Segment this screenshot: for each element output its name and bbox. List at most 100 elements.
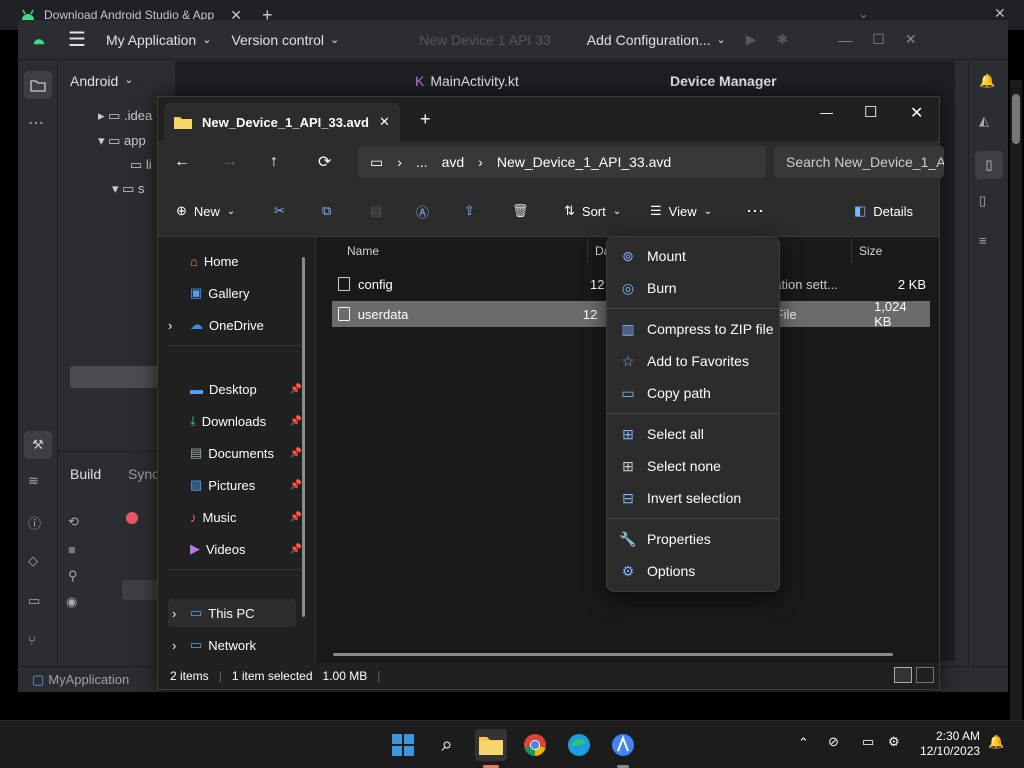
horizontal-scrollbar[interactable] bbox=[333, 653, 893, 656]
back-icon[interactable]: ← bbox=[174, 153, 190, 171]
maximize-icon[interactable]: ☐ bbox=[862, 31, 895, 48]
breadcrumb-current[interactable]: New_Device_1_API_33.avd bbox=[497, 154, 671, 170]
hamburger-menu-icon[interactable]: ☰ bbox=[58, 27, 96, 52]
cut-icon[interactable]: ✂ bbox=[274, 185, 285, 237]
pin-icon[interactable]: 📌 bbox=[290, 416, 302, 427]
pin-icon[interactable]: 📌 bbox=[290, 384, 302, 395]
search-icon[interactable]: ⌕ bbox=[431, 729, 463, 761]
maximize-icon[interactable]: ☐ bbox=[864, 103, 877, 121]
chevron-right-icon[interactable]: › bbox=[168, 318, 172, 333]
details-button[interactable]: ◧ Details bbox=[854, 185, 913, 237]
menu-item-favorites[interactable]: ☆ Add to Favorites bbox=[611, 346, 775, 376]
column-header-name[interactable]: Name bbox=[347, 237, 587, 265]
up-icon[interactable]: ↑ bbox=[270, 153, 278, 171]
pin-icon[interactable]: ⚲ bbox=[68, 568, 78, 584]
hammer-icon[interactable]: ⚒ bbox=[24, 431, 52, 459]
android-studio-taskbar-icon[interactable] bbox=[607, 729, 639, 761]
pin-icon[interactable]: 📌 bbox=[290, 448, 302, 459]
project-selector[interactable]: My Application ⌄ bbox=[96, 32, 222, 48]
nav-item-this-pc[interactable]: › ▭ This PC bbox=[168, 599, 296, 627]
chrome-icon[interactable] bbox=[519, 729, 551, 761]
paste-icon[interactable]: ▤ bbox=[370, 185, 382, 237]
tree-item[interactable]: ▭ li bbox=[130, 157, 152, 173]
nav-item-onedrive[interactable]: › ☁ OneDrive bbox=[168, 311, 296, 339]
notifications-icon[interactable]: 🔔 bbox=[979, 73, 999, 93]
tree-item[interactable]: ▾ ▭ app bbox=[98, 133, 146, 149]
page-scrollbar[interactable] bbox=[1010, 80, 1022, 720]
breadcrumb-ellipsis[interactable]: ... bbox=[416, 154, 428, 170]
start-button[interactable] bbox=[387, 729, 419, 761]
forward-icon[interactable]: → bbox=[222, 153, 238, 171]
run-config-selector[interactable]: Add Configuration... ⌄ bbox=[577, 32, 736, 48]
close-icon[interactable]: ✕ bbox=[895, 31, 927, 48]
column-header-size[interactable]: Size bbox=[859, 237, 882, 265]
breadcrumb-avd[interactable]: avd bbox=[442, 154, 465, 170]
nav-item-music[interactable]: ♪ Music 📌 bbox=[168, 503, 302, 531]
logcat-icon[interactable]: ≋ bbox=[28, 473, 48, 493]
menu-item-select-none[interactable]: ⊞ Select none bbox=[611, 451, 775, 481]
device-manager-icon[interactable]: ▯ bbox=[975, 151, 1003, 179]
notifications-icon[interactable]: 🔔 bbox=[988, 734, 1004, 750]
folder-icon[interactable] bbox=[24, 71, 52, 99]
pin-icon[interactable]: 📌 bbox=[290, 544, 302, 555]
gradle-icon[interactable]: ◭ bbox=[979, 113, 999, 133]
chevron-right-icon[interactable]: › bbox=[172, 638, 176, 653]
scrollbar-thumb[interactable] bbox=[302, 257, 305, 617]
editor-tab[interactable]: K MainActivity.kt bbox=[415, 73, 519, 89]
stop-icon[interactable]: ■ bbox=[68, 542, 76, 557]
explorer-tab[interactable]: New_Device_1_API_33.avd ✕ bbox=[164, 103, 400, 141]
chevron-up-icon[interactable]: ⌃ bbox=[798, 735, 809, 751]
nav-item-videos[interactable]: ▶ Videos 📌 bbox=[168, 535, 302, 563]
eye-icon[interactable]: ◉ bbox=[66, 594, 77, 610]
new-button[interactable]: ⊕ New ⌄ bbox=[176, 185, 235, 237]
menu-item-mount[interactable]: ⊚ Mount bbox=[611, 241, 775, 271]
device-file-icon[interactable]: ▯ bbox=[979, 193, 999, 213]
menu-item-select-all[interactable]: ⊞ Select all bbox=[611, 419, 775, 449]
chevron-right-icon[interactable]: › bbox=[172, 606, 176, 621]
project-view-selector[interactable]: Android ⌄ bbox=[70, 73, 133, 89]
device-selector[interactable]: New Device 1 API 33 bbox=[409, 32, 561, 48]
menu-item-compress[interactable]: ▥ Compress to ZIP file bbox=[611, 314, 775, 344]
share-icon[interactable]: ⇪ bbox=[464, 185, 475, 237]
clock[interactable]: 2:30 AM 12/10/2023 bbox=[920, 729, 980, 759]
more-icon[interactable]: ⋯ bbox=[28, 113, 48, 133]
edge-icon[interactable] bbox=[563, 729, 595, 761]
nav-item-home[interactable]: ⌂ Home bbox=[168, 247, 296, 275]
nav-item-network[interactable]: › ▭ Network bbox=[168, 631, 296, 659]
vcs-selector[interactable]: Version control ⌄ bbox=[221, 32, 349, 48]
rename-icon[interactable]: Ⓐ bbox=[416, 185, 429, 237]
network-off-icon[interactable]: ⊘ bbox=[828, 734, 839, 750]
refresh-icon[interactable]: ⟲ bbox=[68, 514, 79, 530]
close-icon[interactable]: ✕ bbox=[910, 103, 923, 123]
details-view-icon[interactable] bbox=[894, 667, 912, 683]
menu-item-properties[interactable]: 🔧 Properties bbox=[611, 524, 775, 554]
delete-icon[interactable]: 🗑 bbox=[512, 185, 529, 237]
minimize-icon[interactable]: — bbox=[820, 105, 833, 120]
tiles-view-icon[interactable] bbox=[916, 667, 934, 683]
problems-icon[interactable]: ⓘ bbox=[28, 513, 48, 533]
sync-tab[interactable]: Sync bbox=[128, 466, 159, 482]
new-tab-icon[interactable]: + bbox=[420, 109, 431, 130]
menu-item-invert-selection[interactable]: ⊟ Invert selection bbox=[611, 483, 775, 513]
address-bar[interactable]: ▭ › ... avd › New_Device_1_API_33.avd bbox=[358, 146, 766, 178]
menu-item-copy-path[interactable]: ▭ Copy path bbox=[611, 378, 775, 408]
search-input[interactable]: Search New_Device_1_AP bbox=[774, 146, 944, 178]
monitor-icon[interactable]: ▭ bbox=[862, 734, 874, 750]
tree-item[interactable]: ▸ ▭ .idea bbox=[98, 108, 152, 124]
more-icon[interactable]: ⋯ bbox=[746, 185, 764, 237]
minimize-icon[interactable]: — bbox=[828, 32, 862, 48]
close-icon[interactable]: ✕ bbox=[379, 114, 390, 130]
scrollbar-thumb[interactable] bbox=[70, 366, 165, 388]
pin-icon[interactable]: 📌 bbox=[290, 512, 302, 523]
copy-icon[interactable]: ⧉ bbox=[322, 185, 331, 237]
status-module[interactable]: MyApplication bbox=[48, 672, 129, 687]
nav-item-desktop[interactable]: ▬ Desktop 📌 bbox=[168, 375, 302, 403]
menu-item-options[interactable]: ⚙ Options bbox=[611, 556, 775, 586]
file-explorer-taskbar-icon[interactable] bbox=[475, 729, 507, 761]
list-icon[interactable]: ≡ bbox=[979, 233, 999, 253]
terminal-icon[interactable]: ▭ bbox=[28, 593, 48, 613]
menu-item-burn[interactable]: ◎ Burn bbox=[611, 273, 775, 303]
pin-icon[interactable]: 📌 bbox=[290, 480, 302, 491]
settings-icon[interactable]: ⚙ bbox=[888, 734, 900, 750]
scrollbar-thumb[interactable] bbox=[1012, 94, 1020, 144]
